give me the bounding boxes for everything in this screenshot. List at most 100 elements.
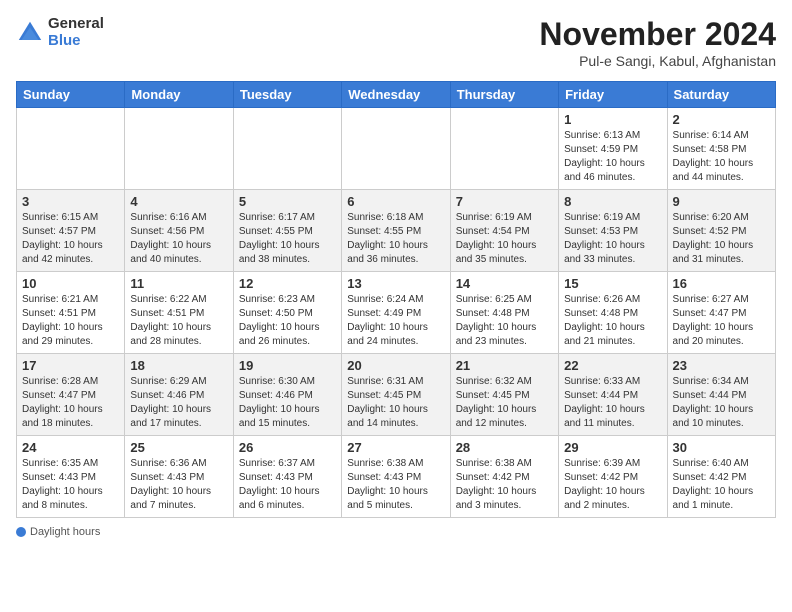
- calendar-cell: 9Sunrise: 6:20 AM Sunset: 4:52 PM Daylig…: [667, 190, 775, 272]
- calendar-cell: 18Sunrise: 6:29 AM Sunset: 4:46 PM Dayli…: [125, 354, 233, 436]
- calendar-cell: 2Sunrise: 6:14 AM Sunset: 4:58 PM Daylig…: [667, 108, 775, 190]
- day-info: Sunrise: 6:24 AM Sunset: 4:49 PM Dayligh…: [347, 293, 444, 349]
- calendar-cell: 30 Sunrise: 6:40 AM Sunset: 4:42 PM Dayli…: [667, 436, 775, 518]
- calendar-cell: 17 Sunrise: 6:28 AM Sunset: 4:47 PM Dayli…: [17, 354, 125, 436]
- day-number: 10: [22, 276, 119, 291]
- day-number: 8: [564, 194, 661, 209]
- day-info: Sunrise: 6:40 AM Sunset: 4:42 PM Dayligh…: [673, 457, 770, 513]
- calendar-cell: 3 Sunrise: 6:15 AM Sunset: 4:57 PM Daylig…: [17, 190, 125, 272]
- day-number: 22: [564, 358, 661, 373]
- day-info: Sunrise: 6:30 AM Sunset: 4:46 PM Dayligh…: [239, 375, 336, 431]
- calendar-cell: [342, 108, 450, 190]
- daylight-dot: [16, 527, 26, 537]
- day-number: 14: [456, 276, 553, 291]
- day-info: Sunrise: 6:17 AM Sunset: 4:55 PM Dayligh…: [239, 211, 336, 267]
- day-info: Sunrise: 6:13 AM Sunset: 4:59 PM Dayligh…: [564, 129, 661, 185]
- day-info: Sunrise: 6:19 AM Sunset: 4:54 PM Dayligh…: [456, 211, 553, 267]
- footer-item-daylight: Daylight hours: [16, 526, 100, 538]
- daylight-label: Daylight hours: [30, 526, 100, 538]
- day-info: Sunrise: 6:19 AM Sunset: 4:53 PM Dayligh…: [564, 211, 661, 267]
- location: Pul-e Sangi, Kabul, Afghanistan: [539, 53, 776, 69]
- day-info: Sunrise: 6:18 AM Sunset: 4:55 PM Dayligh…: [347, 211, 444, 267]
- title-block: November 2024 Pul-e Sangi, Kabul, Afghan…: [539, 16, 776, 69]
- logo-text: General Blue: [48, 16, 104, 49]
- calendar-cell: [125, 108, 233, 190]
- calendar-week-4: 24 Sunrise: 6:35 AM Sunset: 4:43 PM Dayli…: [17, 436, 776, 518]
- calendar-cell: 22 Sunrise: 6:33 AM Sunset: 4:44 PM Dayli…: [559, 354, 667, 436]
- calendar-cell: 7 Sunrise: 6:19 AM Sunset: 4:54 PM Daylig…: [450, 190, 558, 272]
- calendar-week-2: 10 Sunrise: 6:21 AM Sunset: 4:51 PM Dayli…: [17, 272, 776, 354]
- day-info: Sunrise: 6:38 AM Sunset: 4:42 PM Dayligh…: [456, 457, 553, 513]
- calendar-cell: 14Sunrise: 6:25 AM Sunset: 4:48 PM Dayli…: [450, 272, 558, 354]
- day-number: 6: [347, 194, 444, 209]
- logo-blue: Blue: [48, 33, 104, 50]
- day-number: 7: [456, 194, 553, 209]
- month-title: November 2024: [539, 16, 776, 53]
- day-number: 24: [22, 440, 119, 455]
- calendar-cell: 5 Sunrise: 6:17 AM Sunset: 4:55 PM Daylig…: [233, 190, 341, 272]
- calendar-cell: 1Sunrise: 6:13 AM Sunset: 4:59 PM Daylig…: [559, 108, 667, 190]
- calendar-cell: 10 Sunrise: 6:21 AM Sunset: 4:51 PM Dayli…: [17, 272, 125, 354]
- header-day-sunday: Sunday: [17, 82, 125, 108]
- header-day-tuesday: Tuesday: [233, 82, 341, 108]
- page-header: General Blue November 2024 Pul-e Sangi, …: [16, 16, 776, 69]
- calendar-cell: [233, 108, 341, 190]
- day-number: 3: [22, 194, 119, 209]
- day-info: Sunrise: 6:26 AM Sunset: 4:48 PM Dayligh…: [564, 293, 661, 349]
- header-day-friday: Friday: [559, 82, 667, 108]
- calendar-week-1: 3 Sunrise: 6:15 AM Sunset: 4:57 PM Daylig…: [17, 190, 776, 272]
- calendar-body: 1Sunrise: 6:13 AM Sunset: 4:59 PM Daylig…: [17, 108, 776, 518]
- day-info: Sunrise: 6:35 AM Sunset: 4:43 PM Dayligh…: [22, 457, 119, 513]
- calendar-header: SundayMondayTuesdayWednesdayThursdayFrid…: [17, 82, 776, 108]
- day-number: 17: [22, 358, 119, 373]
- logo-icon: [16, 19, 44, 47]
- day-info: Sunrise: 6:23 AM Sunset: 4:50 PM Dayligh…: [239, 293, 336, 349]
- day-info: Sunrise: 6:21 AM Sunset: 4:51 PM Dayligh…: [22, 293, 119, 349]
- calendar-cell: [450, 108, 558, 190]
- footer: Daylight hours: [16, 526, 776, 538]
- calendar-cell: 28Sunrise: 6:38 AM Sunset: 4:42 PM Dayli…: [450, 436, 558, 518]
- header-day-monday: Monday: [125, 82, 233, 108]
- calendar-cell: 29Sunrise: 6:39 AM Sunset: 4:42 PM Dayli…: [559, 436, 667, 518]
- day-number: 5: [239, 194, 336, 209]
- day-number: 23: [673, 358, 770, 373]
- calendar-cell: 4Sunrise: 6:16 AM Sunset: 4:56 PM Daylig…: [125, 190, 233, 272]
- day-number: 30: [673, 440, 770, 455]
- calendar: SundayMondayTuesdayWednesdayThursdayFrid…: [16, 81, 776, 518]
- day-number: 21: [456, 358, 553, 373]
- day-info: Sunrise: 6:38 AM Sunset: 4:43 PM Dayligh…: [347, 457, 444, 513]
- day-info: Sunrise: 6:28 AM Sunset: 4:47 PM Dayligh…: [22, 375, 119, 431]
- day-info: Sunrise: 6:37 AM Sunset: 4:43 PM Dayligh…: [239, 457, 336, 513]
- calendar-cell: 11Sunrise: 6:22 AM Sunset: 4:51 PM Dayli…: [125, 272, 233, 354]
- day-info: Sunrise: 6:27 AM Sunset: 4:47 PM Dayligh…: [673, 293, 770, 349]
- day-info: Sunrise: 6:15 AM Sunset: 4:57 PM Dayligh…: [22, 211, 119, 267]
- day-info: Sunrise: 6:36 AM Sunset: 4:43 PM Dayligh…: [130, 457, 227, 513]
- day-number: 12: [239, 276, 336, 291]
- header-row: SundayMondayTuesdayWednesdayThursdayFrid…: [17, 82, 776, 108]
- calendar-cell: 23Sunrise: 6:34 AM Sunset: 4:44 PM Dayli…: [667, 354, 775, 436]
- calendar-cell: 25Sunrise: 6:36 AM Sunset: 4:43 PM Dayli…: [125, 436, 233, 518]
- calendar-cell: 27 Sunrise: 6:38 AM Sunset: 4:43 PM Dayli…: [342, 436, 450, 518]
- day-number: 11: [130, 276, 227, 291]
- day-info: Sunrise: 6:31 AM Sunset: 4:45 PM Dayligh…: [347, 375, 444, 431]
- calendar-week-3: 17 Sunrise: 6:28 AM Sunset: 4:47 PM Dayli…: [17, 354, 776, 436]
- day-number: 2: [673, 112, 770, 127]
- calendar-cell: 13Sunrise: 6:24 AM Sunset: 4:49 PM Dayli…: [342, 272, 450, 354]
- day-number: 19: [239, 358, 336, 373]
- header-day-thursday: Thursday: [450, 82, 558, 108]
- day-info: Sunrise: 6:33 AM Sunset: 4:44 PM Dayligh…: [564, 375, 661, 431]
- calendar-cell: 12 Sunrise: 6:23 AM Sunset: 4:50 PM Dayli…: [233, 272, 341, 354]
- day-number: 16: [673, 276, 770, 291]
- calendar-week-0: 1Sunrise: 6:13 AM Sunset: 4:59 PM Daylig…: [17, 108, 776, 190]
- header-day-wednesday: Wednesday: [342, 82, 450, 108]
- calendar-cell: 20 Sunrise: 6:31 AM Sunset: 4:45 PM Dayli…: [342, 354, 450, 436]
- day-number: 27: [347, 440, 444, 455]
- logo-general: General: [48, 16, 104, 33]
- calendar-cell: 24 Sunrise: 6:35 AM Sunset: 4:43 PM Dayli…: [17, 436, 125, 518]
- day-info: Sunrise: 6:39 AM Sunset: 4:42 PM Dayligh…: [564, 457, 661, 513]
- day-number: 20: [347, 358, 444, 373]
- day-number: 26: [239, 440, 336, 455]
- calendar-cell: 19 Sunrise: 6:30 AM Sunset: 4:46 PM Dayli…: [233, 354, 341, 436]
- day-number: 4: [130, 194, 227, 209]
- calendar-cell: 26 Sunrise: 6:37 AM Sunset: 4:43 PM Dayli…: [233, 436, 341, 518]
